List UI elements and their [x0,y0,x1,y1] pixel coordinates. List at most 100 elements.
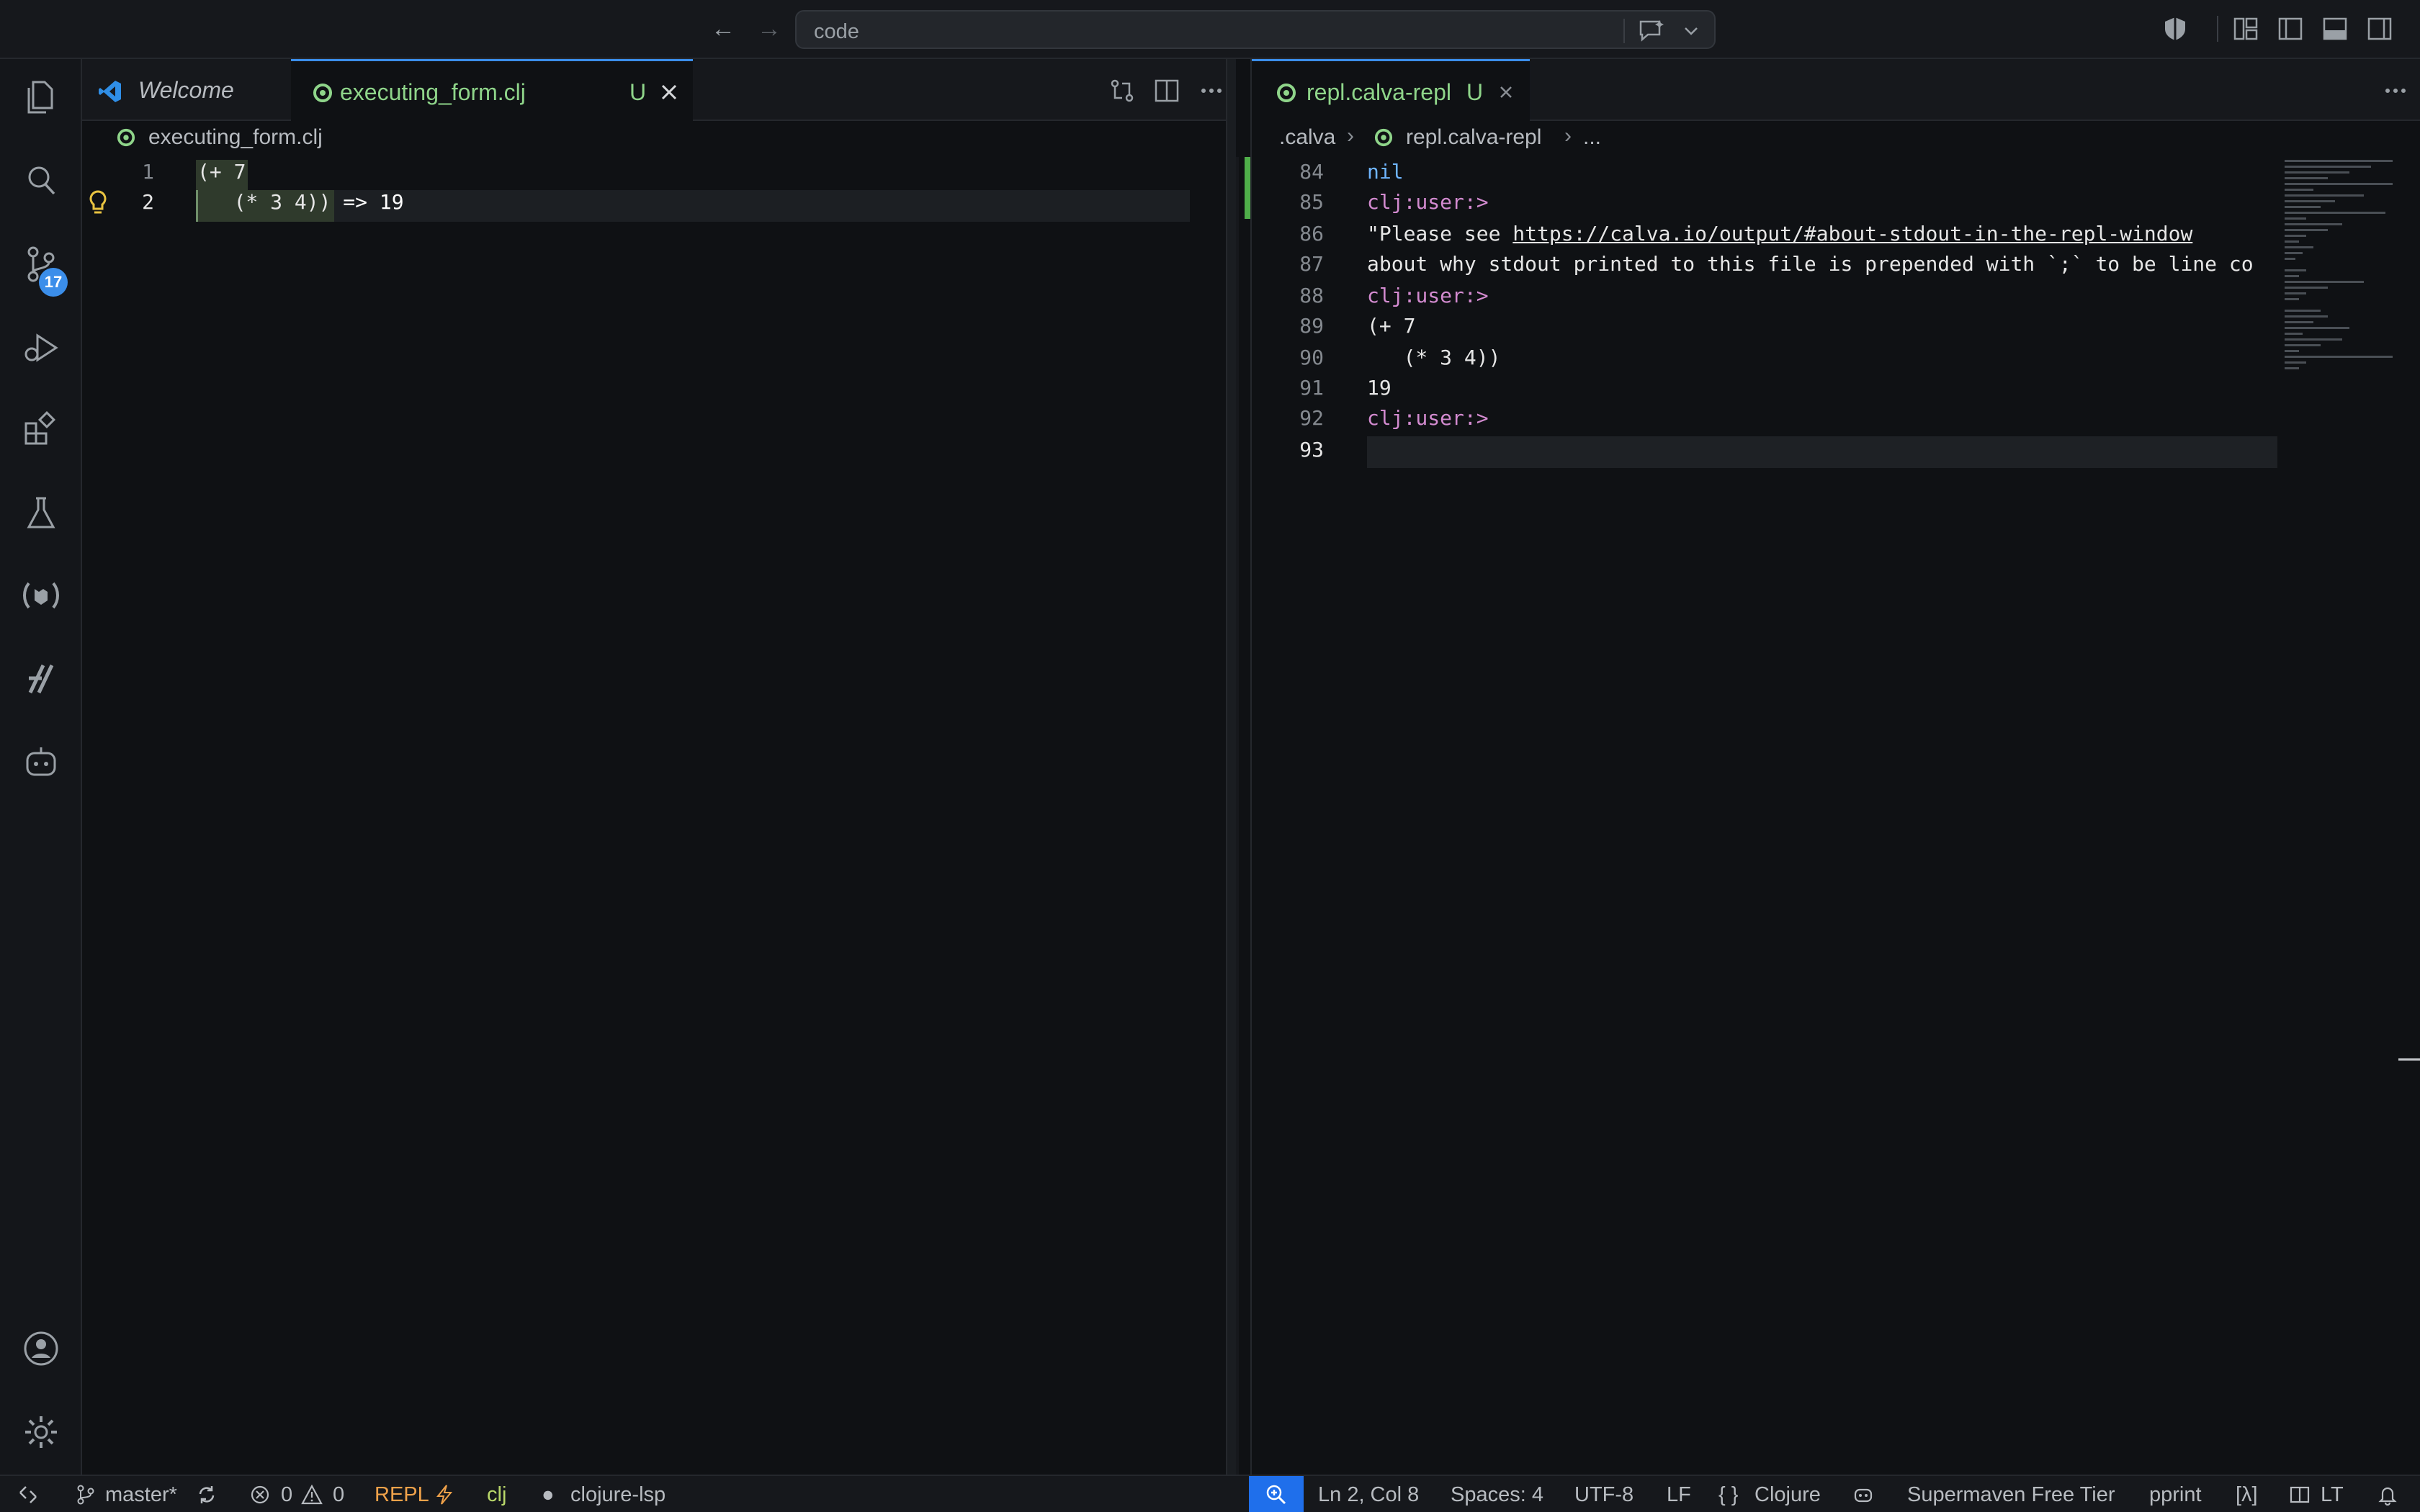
editor-split-sash[interactable] [1226,59,1236,1475]
split-layout-icon [2290,1486,2310,1503]
layout-divider [2217,16,2218,42]
line-number: 85 [1299,190,1324,214]
search-icon[interactable] [19,158,63,203]
error-count[interactable]: 0 [281,1476,292,1512]
line-number: 84 [1299,160,1324,184]
editor-tabs-left: Welcome executing_form.clj U [82,59,1236,122]
lightning-icon[interactable] [434,1484,455,1506]
more-actions-icon[interactable] [2381,76,2410,105]
lambda-status[interactable]: [λ] [2236,1476,2258,1512]
command-center-text: code [814,20,859,43]
repl-output-line[interactable]: "Please see https://calva.io/output/#abo… [1367,222,2192,246]
clojure-lsp-status[interactable]: clojure-lsp [570,1476,666,1512]
close-icon[interactable] [657,80,681,104]
clojure-file-icon [1277,84,1296,102]
repl-output-line[interactable]: about why stdout printed to this file is… [1367,252,2277,276]
code-line[interactable]: (+ 7 [197,160,246,184]
code-text: (* 3 4)) [197,190,331,214]
tab-label: repl.calva-repl [1307,79,1451,105]
toggle-panel-icon[interactable] [2321,14,2349,43]
git-branch-icon [77,1485,94,1505]
breadcrumb: .calva › repl.calva-repl › ... [1252,121,2420,154]
indentation[interactable]: Spaces: 4 [1451,1476,1543,1512]
accounts-shield-icon[interactable] [2161,14,2190,43]
repl-input-line[interactable]: (* 3 4)) [1367,346,1501,369]
repl-input-line[interactable]: (+ 7 [1367,314,1415,338]
extensions-icon[interactable] [19,408,63,452]
copilot-status-icon[interactable] [1852,1484,1874,1506]
repl-status[interactable]: REPL [375,1476,429,1512]
inline-evaluation-result: => 19 [331,190,404,214]
lightbulb-icon[interactable] [86,189,109,217]
breadcrumb-folder[interactable]: .calva [1279,125,1335,150]
tab-repl-calva[interactable]: repl.calva-repl U [1252,59,1530,122]
breadcrumb: executing_form.clj [82,121,1236,154]
editor-tabs-right: repl.calva-repl U [1252,59,2420,122]
cursor-position[interactable]: Ln 2, Col 8 [1318,1476,1419,1512]
explorer-icon[interactable] [19,75,63,120]
breadcrumb-file[interactable]: repl.calva-repl [1406,125,1541,150]
error-icon[interactable] [249,1484,271,1506]
repl-text: "Please see [1367,222,1513,246]
run-and-debug-icon[interactable] [19,325,63,370]
git-branch[interactable]: master* [105,1476,177,1512]
notifications-bell-icon[interactable] [2377,1484,2398,1506]
zoom-in-icon [1266,1485,1286,1505]
scrollbar-position-marker [2398,1058,2420,1061]
repl-prompt[interactable]: clj:user:> [1367,406,1489,430]
accounts-icon[interactable] [19,1326,63,1371]
supermaven-status[interactable]: Supermaven Free Tier [1907,1476,2115,1512]
tab-label: executing_form.clj [340,79,526,105]
tab-welcome[interactable]: Welcome [82,59,290,121]
minimap[interactable] [2282,157,2420,1500]
customize-layout-icon[interactable] [2231,14,2260,43]
open-changes-icon[interactable] [1108,76,1137,105]
zoom-indicator[interactable] [1249,1476,1304,1512]
line-number: 93 [1299,438,1324,462]
braces-icon: { } [1718,1483,1739,1506]
current-line-highlight [1367,436,2277,468]
command-center-search[interactable]: code [795,10,1716,49]
language-mode[interactable]: Clojure [1754,1476,1821,1512]
pprint-toggle[interactable]: pprint [2149,1476,2202,1512]
repl-output-line[interactable]: nil [1367,160,1404,184]
chevron-down-icon[interactable] [1682,23,1700,39]
repl-result[interactable]: 19 [1367,376,1392,400]
split-editor-icon[interactable] [1152,76,1181,105]
editor-group-right: repl.calva-repl U .calva › repl.calva-re… [1250,59,2420,1475]
toggle-secondary-sidebar-icon[interactable] [2365,14,2394,43]
line-number: 92 [1299,406,1324,430]
activity-bar: 17 [0,59,82,1475]
copilot-icon[interactable] [19,740,63,785]
line-tooling-status[interactable]: LT [2321,1476,2344,1512]
warning-icon[interactable] [301,1484,323,1506]
remote-icon[interactable] [17,1484,39,1506]
go-forward-icon[interactable]: → [753,13,785,45]
breadcrumb-symbols[interactable]: ... [1583,125,1601,150]
gear-icon[interactable] [19,1410,63,1454]
end-of-line[interactable]: LF [1667,1476,1691,1512]
sync-icon[interactable] [196,1484,218,1506]
line-number: 1 [142,160,154,184]
untracked-status: U [629,79,647,105]
line-number: 91 [1299,376,1324,400]
repl-prompt[interactable]: clj:user:> [1367,284,1489,307]
calva-icon[interactable] [19,573,63,618]
repl-prompt[interactable]: clj:user:> [1367,190,1489,214]
code-line[interactable]: (* 3 4)) => 19 [197,190,404,214]
warning-count[interactable]: 0 [333,1476,344,1512]
calva-docs-link[interactable]: https://calva.io/output/#about-stdout-in… [1512,222,2192,246]
testing-icon[interactable] [19,491,63,536]
line-number: 89 [1299,314,1324,338]
encoding[interactable]: UTF-8 [1574,1476,1634,1512]
toggle-primary-sidebar-icon[interactable] [2276,14,2305,43]
clojure-file-icon [1374,128,1393,147]
more-actions-icon[interactable] [1197,76,1226,105]
tab-executing-form[interactable]: executing_form.clj U [291,59,693,122]
breadcrumb-file[interactable]: executing_form.clj [148,125,323,150]
close-icon[interactable] [1494,80,1518,104]
clj-session[interactable]: clj [487,1476,506,1512]
supermaven-icon[interactable] [19,657,63,701]
copilot-chat-icon[interactable] [1638,19,1667,43]
go-back-icon[interactable]: ← [707,13,739,45]
